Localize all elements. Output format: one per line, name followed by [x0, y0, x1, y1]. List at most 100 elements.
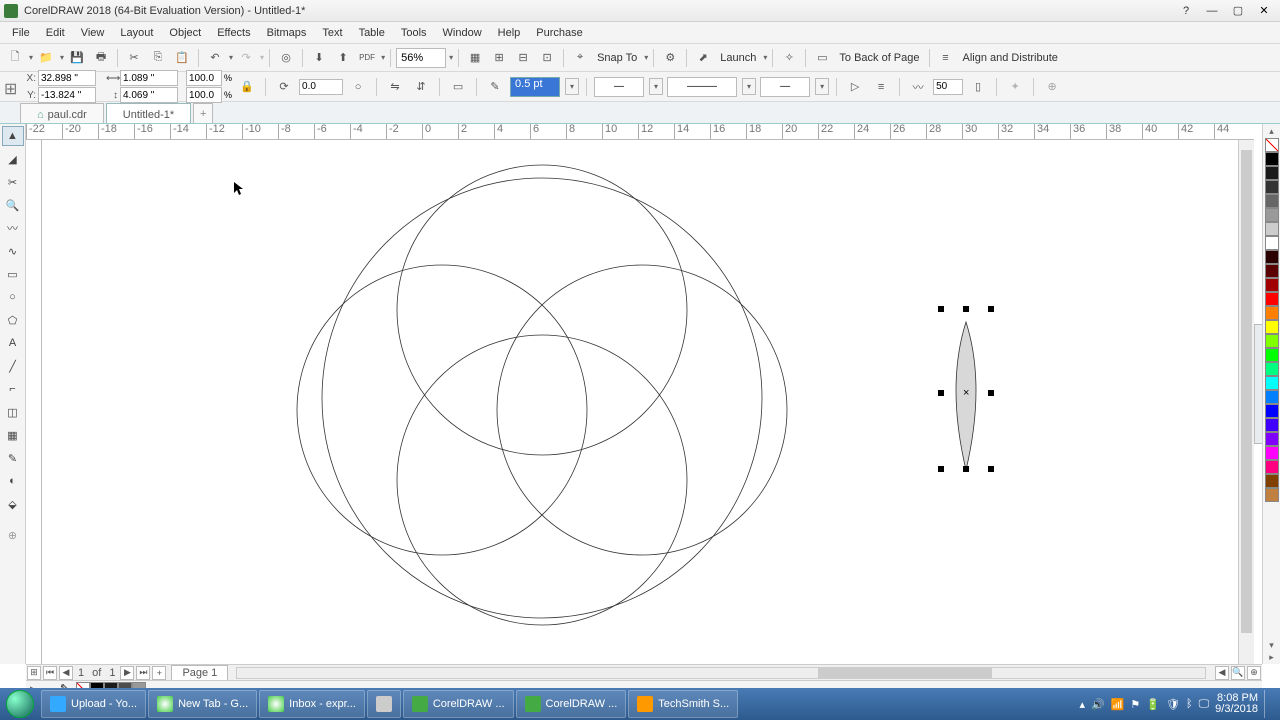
menu-layout[interactable]: Layout	[112, 25, 161, 41]
outline-width[interactable]: 0.5 pt	[510, 77, 560, 97]
color-swatch[interactable]	[1265, 334, 1279, 348]
tray-power-icon[interactable]: 🔋	[1146, 698, 1160, 711]
transparency-apply[interactable]: ▯	[967, 76, 989, 98]
taskbar-clock[interactable]: 8:08 PM 9/3/2018	[1215, 693, 1258, 715]
prev-page[interactable]: ◀	[59, 666, 73, 680]
page-tab-1[interactable]: Page 1	[171, 665, 228, 681]
search-content[interactable]: ◎	[275, 47, 297, 69]
publish-pdf[interactable]: PDF	[356, 47, 378, 69]
options-button[interactable]: ⚙	[659, 47, 681, 69]
color-swatch[interactable]	[1265, 460, 1279, 474]
align-icon[interactable]: ≡	[935, 47, 957, 69]
docker-tab[interactable]	[1254, 324, 1262, 444]
launch-label[interactable]: Launch	[716, 52, 760, 64]
selected-object[interactable]: ×	[938, 306, 994, 472]
wrap-text[interactable]: ▷	[844, 76, 866, 98]
color-swatch[interactable]	[1265, 418, 1279, 432]
zoom-in-nav[interactable]: ⊕	[1247, 666, 1261, 680]
eyedropper-tool[interactable]: ✎	[2, 448, 24, 468]
color-swatch[interactable]	[1265, 264, 1279, 278]
show-rulers[interactable]: ⊞	[488, 47, 510, 69]
scale-y[interactable]	[186, 87, 222, 103]
export-button[interactable]: ⬆	[332, 47, 354, 69]
vertical-scrollbar[interactable]	[1238, 140, 1254, 664]
fullscreen-preview[interactable]: ▦	[464, 47, 486, 69]
print-button[interactable]: 🖶	[90, 47, 112, 69]
ellipse-tool[interactable]: ○	[2, 287, 24, 307]
color-swatch[interactable]	[1265, 292, 1279, 306]
horizontal-scrollbar[interactable]	[236, 667, 1206, 679]
height-input[interactable]	[120, 87, 178, 103]
task-corel2[interactable]: CorelDRAW ...	[516, 690, 627, 718]
mirror-v[interactable]: ⇵	[410, 76, 432, 98]
task-corel1[interactable]: CorelDRAW ...	[403, 690, 514, 718]
zoom-out-nav[interactable]: 🔍	[1231, 666, 1245, 680]
menu-purchase[interactable]: Purchase	[528, 25, 590, 41]
color-swatch[interactable]	[1265, 194, 1279, 208]
color-swatch[interactable]	[1265, 306, 1279, 320]
menu-tools[interactable]: Tools	[393, 25, 435, 41]
to-back-label[interactable]: To Back of Page	[835, 52, 923, 64]
text-tool[interactable]: A	[2, 333, 24, 353]
end-arrowhead[interactable]: —	[760, 77, 810, 97]
no-color-swatch[interactable]	[1265, 138, 1279, 152]
artistic-media[interactable]: ∿	[2, 241, 24, 261]
color-swatch[interactable]	[1265, 432, 1279, 446]
show-desktop[interactable]	[1264, 690, 1272, 718]
freehand-tool[interactable]: 〰	[2, 218, 24, 238]
polygon-tool[interactable]: ⬠	[2, 310, 24, 330]
snap-off[interactable]: ⌖	[569, 47, 591, 69]
system-tray[interactable]: ▴ 🔊 📶 ⚑ 🔋 🛡 ᛒ 🖵 8:08 PM 9/3/2018	[1071, 690, 1280, 718]
tray-display-icon[interactable]: 🖵	[1199, 698, 1210, 711]
last-page[interactable]: ⏭	[136, 666, 150, 680]
color-swatch[interactable]	[1265, 404, 1279, 418]
cut-button[interactable]: ✂	[123, 47, 145, 69]
copy-button[interactable]: ⎘	[147, 47, 169, 69]
shape-tool[interactable]: ◢	[2, 149, 24, 169]
color-swatch[interactable]	[1265, 236, 1279, 250]
color-swatch[interactable]	[1265, 152, 1279, 166]
zoom-level[interactable]	[396, 48, 446, 68]
help-context-icon[interactable]: ?	[1174, 2, 1198, 20]
tray-bluetooth-icon[interactable]: ᛒ	[1186, 698, 1193, 710]
undo-button[interactable]: ↶	[204, 47, 226, 69]
menu-table[interactable]: Table	[351, 25, 393, 41]
color-swatch[interactable]	[1265, 348, 1279, 362]
next-page[interactable]: ▶	[120, 666, 134, 680]
color-swatch[interactable]	[1265, 474, 1279, 488]
doc-tab-paul[interactable]: ⌂paul.cdr	[20, 103, 104, 123]
tray-shield-icon[interactable]: 🛡	[1166, 698, 1180, 711]
menu-edit[interactable]: Edit	[38, 25, 73, 41]
new-doc-tab[interactable]: +	[193, 103, 213, 123]
to-back-icon[interactable]: ▭	[811, 47, 833, 69]
horizontal-ruler[interactable]: -22-20-18-16-14-12-10-8-6-4-202468101214…	[26, 124, 1254, 140]
color-swatch[interactable]	[1265, 278, 1279, 292]
task-ie[interactable]: Upload - Yo...	[41, 690, 146, 718]
maximize-button[interactable]: ▢	[1226, 2, 1250, 20]
start-arrowhead[interactable]: —	[594, 77, 644, 97]
color-swatch[interactable]	[1265, 320, 1279, 334]
vertical-ruler[interactable]	[26, 140, 42, 664]
rectangle-tool[interactable]: ▭	[2, 264, 24, 284]
menu-bitmaps[interactable]: Bitmaps	[259, 25, 315, 41]
color-swatch[interactable]	[1265, 180, 1279, 194]
menu-window[interactable]: Window	[435, 25, 490, 41]
quick-customize[interactable]: ⊕	[2, 525, 24, 545]
add-preset[interactable]: ⊕	[1041, 76, 1063, 98]
x-position[interactable]	[38, 70, 96, 86]
show-grid[interactable]: ⊟	[512, 47, 534, 69]
connector-tool[interactable]: ⌐	[2, 379, 24, 399]
drop-shadow-tool[interactable]: ◫	[2, 402, 24, 422]
new-button[interactable]: 🗋	[4, 47, 26, 69]
redo-button[interactable]: ↷	[235, 47, 257, 69]
color-swatch[interactable]	[1265, 166, 1279, 180]
import-button[interactable]: ⬇	[308, 47, 330, 69]
color-swatch[interactable]	[1265, 222, 1279, 236]
rotation-angle[interactable]	[299, 79, 343, 95]
tray-sound-icon[interactable]: 🔊	[1091, 698, 1105, 711]
tray-up-icon[interactable]: ▴	[1079, 698, 1085, 711]
width-input[interactable]	[120, 70, 178, 86]
task-techsmith[interactable]: TechSmith S...	[628, 690, 738, 718]
y-position[interactable]	[38, 87, 96, 103]
save-button[interactable]: 💾	[66, 47, 88, 69]
